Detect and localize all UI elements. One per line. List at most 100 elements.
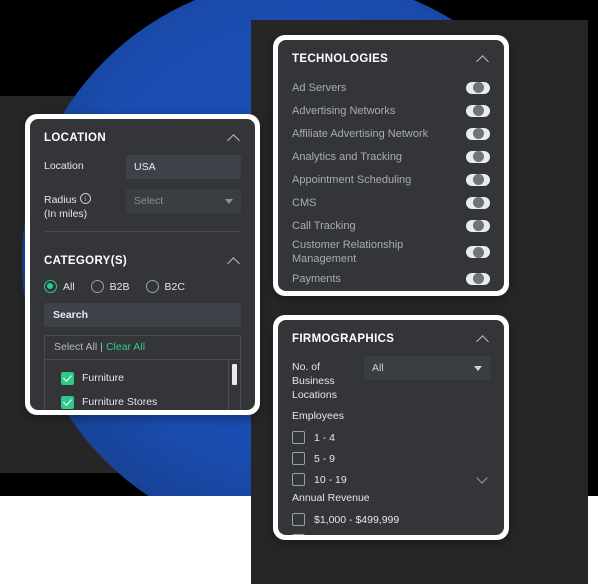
toggle-switch[interactable] [466, 272, 490, 285]
technology-label: Payments [292, 272, 341, 285]
toggle-switch[interactable] [466, 219, 490, 232]
technology-row[interactable]: Ad Servers [292, 76, 490, 99]
chevron-up-icon[interactable] [228, 134, 241, 143]
technology-row[interactable]: Analytics and Tracking [292, 145, 490, 168]
location-field-row: Location USA [44, 155, 241, 179]
chevron-up-icon[interactable] [228, 257, 241, 266]
list-item[interactable]: Furniture [45, 366, 240, 390]
location-category-card-inner: LOCATION Location USA Radius (In miles) … [30, 119, 255, 410]
toggle-switch[interactable] [466, 196, 490, 209]
checkbox-icon[interactable] [292, 452, 305, 465]
employees-option-row[interactable]: 5 - 9 [292, 448, 490, 469]
technology-label: Advertising Networks [292, 104, 396, 117]
technology-row[interactable]: Recruitment [292, 290, 490, 291]
toggle-switch[interactable] [466, 81, 490, 94]
business-locations-select[interactable]: All [364, 356, 490, 380]
radius-sub-label: (In miles) [44, 208, 88, 220]
select-all-link[interactable]: Select All [54, 341, 97, 353]
background-white-bottom-left [0, 496, 251, 584]
technologies-card-inner: TECHNOLOGIES Ad Servers Advertising Netw… [278, 40, 504, 291]
category-section-header[interactable]: CATEGORY(S) [30, 242, 255, 278]
toggle-knob [473, 128, 484, 139]
annual-revenue-option-label: $500,000 - $999,999 [314, 535, 411, 536]
location-field-label: Location [44, 160, 84, 172]
technology-row[interactable]: CMS [292, 191, 490, 214]
radius-label-text: Radius [44, 194, 77, 206]
radio-icon [90, 280, 104, 293]
technology-label: CMS [292, 196, 317, 209]
technology-row[interactable]: Advertising Networks [292, 99, 490, 122]
checkbox-icon[interactable] [61, 395, 74, 409]
firmographics-body: No. of Business Locations All Employees … [278, 356, 504, 535]
firmographics-card-inner: FIRMOGRAPHICS No. of Business Locations … [278, 320, 504, 535]
firmographics-section-header[interactable]: FIRMOGRAPHICS [278, 320, 504, 356]
radio-label: B2B [109, 280, 130, 293]
firmographics-card: FIRMOGRAPHICS No. of Business Locations … [273, 315, 509, 540]
radio-option-all[interactable]: All [44, 280, 75, 293]
employees-option-row[interactable]: 10 - 19 [292, 469, 490, 490]
location-section-title: LOCATION [44, 132, 106, 144]
toggle-switch[interactable] [466, 246, 490, 258]
category-list-scroll-area: Furniture Furniture Stores [45, 360, 240, 410]
checkbox-icon[interactable] [292, 473, 305, 486]
section-divider [44, 231, 241, 232]
technology-label: Analytics and Tracking [292, 150, 403, 163]
annual-revenue-option-row[interactable]: $1,000 - $499,999 [292, 509, 490, 530]
scrollbar-thumb[interactable] [232, 364, 237, 385]
technology-row[interactable]: Customer Relationship Management [292, 237, 490, 267]
technology-row[interactable]: Affiliate Advertising Network [292, 122, 490, 145]
location-input[interactable]: USA [126, 155, 241, 179]
clear-all-link[interactable]: Clear All [106, 341, 145, 353]
radius-select[interactable]: Select [126, 189, 241, 213]
employees-group-label: Employees [292, 410, 344, 422]
technologies-section-header[interactable]: TECHNOLOGIES [278, 40, 504, 76]
radio-icon [145, 280, 159, 293]
category-search-input[interactable]: Search [44, 303, 241, 327]
checkbox-icon[interactable] [61, 371, 74, 385]
chevron-down-icon [225, 198, 233, 204]
info-icon[interactable] [79, 192, 91, 206]
toggle-knob [473, 197, 484, 208]
technology-label: Customer Relationship Management [292, 239, 404, 265]
checkbox-icon[interactable] [292, 431, 305, 444]
toggle-knob [473, 105, 484, 116]
radio-option-b2c[interactable]: B2C [145, 280, 185, 293]
toggle-knob [473, 246, 484, 258]
radius-select-value: Select [134, 195, 164, 207]
checkbox-icon[interactable] [292, 513, 305, 526]
list-item-label: Furniture Stores [82, 396, 158, 408]
technologies-section-title: TECHNOLOGIES [292, 53, 389, 65]
technology-row[interactable]: Appointment Scheduling [292, 168, 490, 191]
toggle-switch[interactable] [466, 173, 490, 186]
toggle-switch[interactable] [466, 127, 490, 140]
annual-revenue-option-label: $1,000 - $499,999 [314, 513, 400, 526]
annual-revenue-option-row[interactable]: $500,000 - $999,999 [292, 530, 490, 535]
technology-label: Appointment Scheduling [292, 173, 412, 186]
employees-option-label: 1 - 4 [314, 431, 336, 444]
technologies-card: TECHNOLOGIES Ad Servers Advertising Netw… [273, 35, 509, 296]
location-section-header[interactable]: LOCATION [30, 119, 255, 155]
chevron-down-icon[interactable] [477, 475, 490, 484]
checkbox-icon[interactable] [292, 534, 305, 535]
radio-icon [44, 280, 57, 293]
category-section-title: CATEGORY(S) [44, 255, 128, 267]
technology-row[interactable]: Call Tracking [292, 214, 490, 237]
background-white-bottom-right [588, 496, 598, 584]
radius-field-row: Radius (In miles) Select [44, 189, 241, 221]
list-item[interactable]: Furniture Stores [45, 390, 240, 410]
radio-label: All [63, 280, 75, 293]
employees-option-row[interactable]: 1 - 4 [292, 427, 490, 448]
radius-field-label: Radius (In miles) [44, 189, 126, 221]
radio-option-b2b[interactable]: B2B [90, 280, 130, 293]
screenshot-stage: LOCATION Location USA Radius (In miles) … [0, 0, 598, 584]
chevron-up-icon[interactable] [477, 55, 490, 64]
annual-revenue-group-label: Annual Revenue [292, 492, 370, 504]
employees-option-label: 10 - 19 [314, 473, 347, 486]
technology-row[interactable]: Payments [292, 267, 490, 290]
location-category-card: LOCATION Location USA Radius (In miles) … [25, 114, 260, 415]
technology-label: Ad Servers [292, 81, 347, 94]
toggle-switch[interactable] [466, 150, 490, 163]
employees-option-label: 5 - 9 [314, 452, 336, 465]
toggle-switch[interactable] [466, 104, 490, 117]
chevron-up-icon[interactable] [477, 335, 490, 344]
